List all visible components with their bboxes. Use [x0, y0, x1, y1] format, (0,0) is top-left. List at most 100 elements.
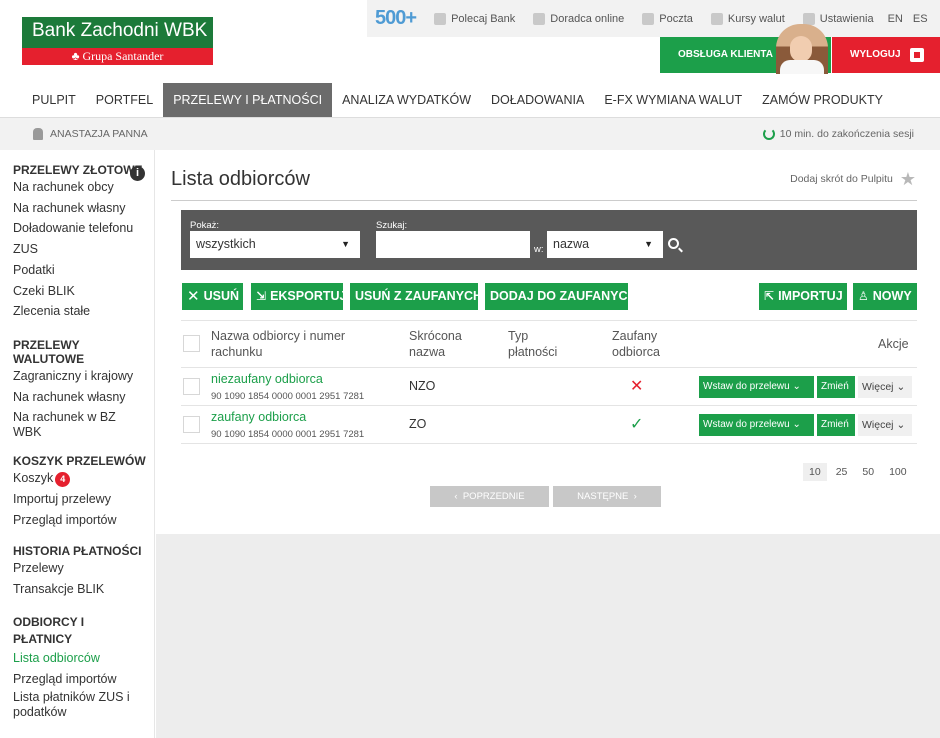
session-timer[interactable]: 10 min. do zakończenia sesji — [762, 128, 914, 140]
gear-icon — [802, 12, 815, 25]
chevron-down-icon: ▼ — [341, 239, 350, 249]
side-item-zus[interactable]: ZUS — [13, 239, 154, 260]
table-row[interactable]: zaufany odbiorca 90 1090 1854 0000 0001 … — [181, 406, 917, 444]
search-in-label: w: — [534, 244, 544, 255]
add-trusted-button[interactable]: DODAJ DO ZAUFANYCH — [485, 283, 637, 310]
delete-button[interactable]: ✕ USUŃ — [182, 283, 243, 310]
logout-icon — [910, 48, 924, 62]
logout-label: WYLOGUJ — [850, 49, 901, 60]
side-item-czeki-blik[interactable]: Czeki BLIK — [13, 281, 154, 302]
logout-button[interactable]: WYLOGUJ — [832, 37, 940, 73]
select-all-checkbox[interactable] — [183, 335, 200, 352]
link-mail[interactable]: Poczta — [642, 12, 693, 25]
close-icon: ✕ — [187, 288, 200, 305]
side-item-zlecenia[interactable]: Zlecenia stałe — [13, 301, 154, 322]
side-group-historia: HISTORIA PŁATNOŚCI Przelewy Transakcje B… — [13, 544, 154, 599]
more-button[interactable]: Więcej ⌄ — [858, 414, 912, 436]
side-item-lista-odbiorcow[interactable]: Lista odbiorców — [13, 648, 154, 669]
bank-logo[interactable]: Bank Zachodni WBK ♣ Grupa Santander — [22, 17, 213, 65]
row-checkbox[interactable] — [183, 416, 200, 433]
link-advisor-online[interactable]: Doradca online — [533, 12, 624, 25]
export-button[interactable]: ⇲ EKSPORTUJ — [251, 283, 347, 310]
side-item-koszyk-label: Koszyk — [13, 471, 54, 486]
nav-pulpit[interactable]: PULPIT — [22, 83, 86, 117]
lang-es-link[interactable]: ES — [913, 13, 928, 25]
side-item-transakcje-blik[interactable]: Transakcje BLIK — [13, 579, 154, 600]
side-item-rachunek-obcy[interactable]: Na rachunek obcy — [13, 177, 154, 198]
page-size-100[interactable]: 100 — [883, 463, 913, 481]
row-checkbox[interactable] — [183, 378, 200, 395]
side-item-platnicy-zus[interactable]: Lista płatników ZUS i podatków — [13, 690, 138, 720]
side-item-zagraniczny[interactable]: Zagraniczny i krajowy — [13, 366, 154, 387]
link-recommend-bank[interactable]: Polecaj Bank — [434, 12, 516, 25]
table-row[interactable]: niezaufany odbiorca 90 1090 1854 0000 00… — [181, 368, 917, 406]
side-item-rachunek-wlasny[interactable]: Na rachunek własny — [13, 198, 154, 219]
nav-przelewy[interactable]: PRZELEWY I PŁATNOŚCI — [163, 83, 333, 117]
import-icon: ⇱ — [764, 289, 775, 303]
page-size-selector: 10 25 50 100 — [803, 463, 916, 481]
refresh-icon — [762, 128, 775, 140]
side-item-importuj[interactable]: Importuj przelewy — [13, 489, 154, 510]
page-size-50[interactable]: 50 — [856, 463, 880, 481]
link-exchange-rates[interactable]: Kursy walut — [710, 12, 785, 25]
insert-transfer-label: Wstaw do przelewu — [703, 419, 790, 430]
new-button[interactable]: ♙ NOWY — [853, 283, 917, 310]
chevron-down-icon: ⌄ — [896, 381, 906, 393]
chevron-down-icon: ▼ — [644, 239, 653, 249]
search-label: Szukaj: — [376, 220, 408, 231]
side-item-doladowanie[interactable]: Doładowanie telefonu — [13, 218, 154, 239]
header: Bank Zachodni WBK ♣ Grupa Santander 500+… — [0, 0, 940, 80]
next-label: NASTĘPNE — [577, 491, 629, 502]
title-divider — [171, 200, 917, 201]
side-item-koszyk[interactable]: Koszyk 4 — [13, 468, 154, 489]
side-item-przeglad-importow[interactable]: Przegląd importów — [13, 510, 154, 531]
nav-analiza[interactable]: ANALIZA WYDATKÓW — [332, 83, 481, 117]
side-item-podatki[interactable]: Podatki — [13, 260, 154, 281]
promo-500-logo[interactable]: 500+ — [375, 7, 417, 30]
page-size-10[interactable]: 10 — [803, 463, 827, 481]
side-title: HISTORIA PŁATNOŚCI — [13, 544, 142, 559]
nav-zamow[interactable]: ZAMÓW PRODUKTY — [752, 83, 893, 117]
star-icon[interactable]: ★ — [900, 170, 916, 188]
remove-trusted-button[interactable]: USUŃ Z ZAUFANYCH — [350, 283, 482, 310]
page-size-25[interactable]: 25 — [830, 463, 854, 481]
side-item-przelewy[interactable]: Przelewy — [13, 558, 154, 579]
more-label: Więcej — [862, 419, 894, 431]
search-input[interactable] — [376, 231, 530, 258]
info-icon[interactable]: i — [130, 166, 145, 181]
next-page-button[interactable]: NASTĘPNE › — [553, 486, 661, 507]
show-select-value: wszystkich — [196, 237, 256, 251]
user-info[interactable]: ANASTAZJA PANNA — [33, 128, 148, 140]
edit-button[interactable]: Zmień — [817, 414, 855, 436]
chevron-down-icon: ⌄ — [792, 419, 801, 430]
link-recommend-label: Polecaj Bank — [451, 12, 516, 25]
import-button[interactable]: ⇱ IMPORTUJ — [759, 283, 847, 310]
page-title: Lista odbiorców — [171, 168, 310, 190]
prev-page-button[interactable]: ‹ POPRZEDNIE — [430, 486, 549, 507]
link-exchange-label: Kursy walut — [727, 12, 785, 25]
side-item-przeglad-importow-2[interactable]: Przegląd importów — [13, 669, 154, 690]
show-select[interactable]: wszystkich ▼ — [190, 231, 360, 258]
insert-transfer-button[interactable]: Wstaw do przelewu ⌄ — [699, 376, 814, 398]
link-settings[interactable]: Ustawienia — [802, 12, 874, 25]
add-shortcut-link[interactable]: Dodaj skrót do Pulpitu ★ — [790, 170, 916, 188]
side-group-koszyk: KOSZYK PRZELEWÓW Koszyk 4 Importuj przele… — [13, 454, 154, 530]
search-icon[interactable] — [668, 238, 679, 249]
export-label: EKSPORTUJ — [270, 289, 347, 303]
edit-button[interactable]: Zmień — [817, 376, 855, 398]
basket-count-badge: 4 — [55, 471, 71, 487]
recipient-name[interactable]: niezaufany odbiorca — [211, 372, 323, 386]
top-utility-bar: 500+ Polecaj Bank Doradca online Poczta … — [367, 0, 940, 37]
more-button[interactable]: Więcej ⌄ — [858, 376, 912, 398]
lang-en-link[interactable]: EN — [888, 13, 903, 25]
search-field-select[interactable]: nazwa ▼ — [547, 231, 663, 258]
nav-doladowania[interactable]: DOŁADOWANIA — [481, 83, 594, 117]
user-name: ANASTAZJA PANNA — [50, 128, 148, 140]
side-item-walut-wlasny[interactable]: Na rachunek własny — [13, 387, 154, 408]
side-item-bz-wbk[interactable]: Na rachunek w BZ WBK — [13, 410, 131, 440]
insert-transfer-button[interactable]: Wstaw do przelewu ⌄ — [699, 414, 814, 436]
nav-efx[interactable]: E-FX WYMIANA WALUT — [594, 83, 752, 117]
nav-portfel[interactable]: PORTFEL — [86, 83, 163, 117]
recipient-name[interactable]: zaufany odbiorca — [211, 410, 306, 424]
delete-label: USUŃ — [203, 289, 239, 303]
